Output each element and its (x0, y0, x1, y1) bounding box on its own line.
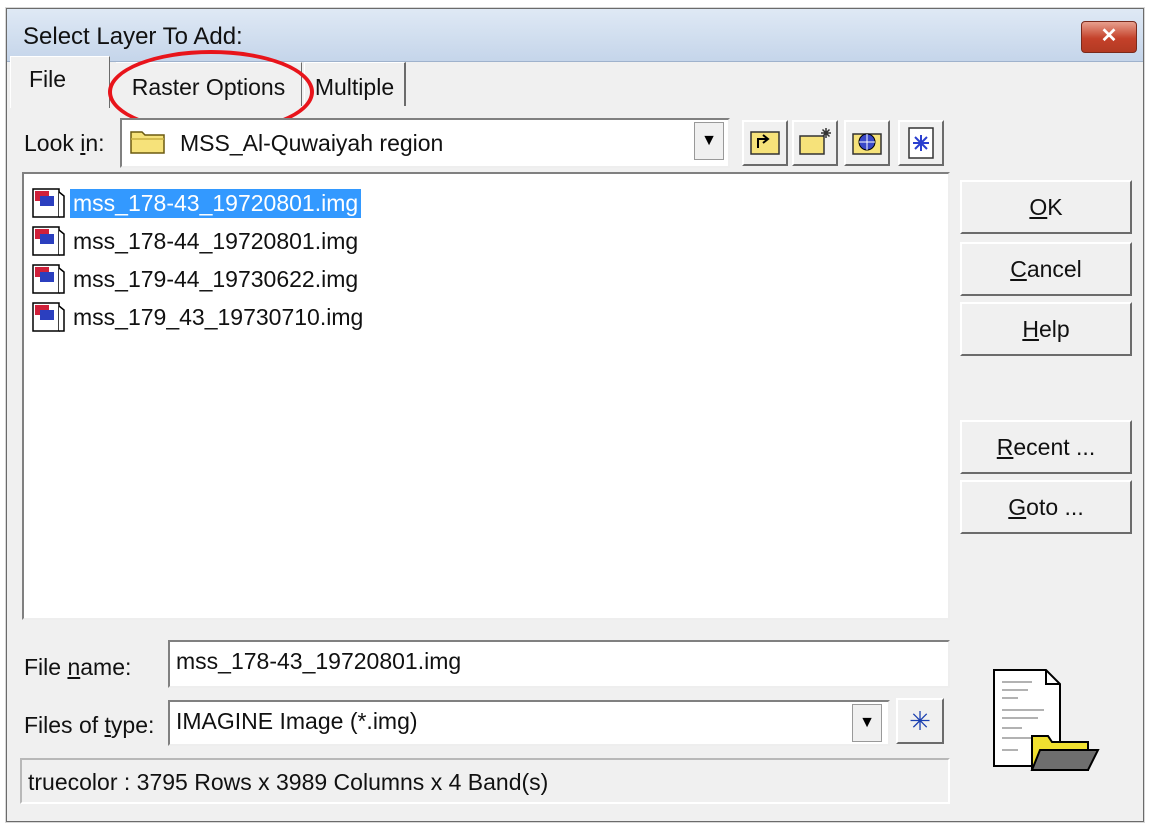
file-name-label: mss_179_43_19730710.img (73, 304, 364, 330)
ok-button[interactable]: OK (960, 180, 1132, 234)
file-name-field[interactable]: mss_178-43_19720801.img (168, 640, 950, 688)
up-folder-button[interactable] (742, 120, 788, 166)
ok-label-rest: K (1047, 194, 1063, 220)
recent-button[interactable]: Recent ... (960, 420, 1132, 474)
chevron-down-icon: ▼ (701, 132, 717, 149)
image-file-icon (32, 226, 65, 256)
look-in-value: MSS_Al-Quwaiyah region (180, 130, 444, 156)
image-file-icon (32, 188, 65, 218)
file-name-label: mss_178-43_19720801.img (70, 189, 362, 218)
recent-label-rest: ecent ... (1013, 434, 1096, 460)
ok-mnemonic: O (1029, 194, 1048, 220)
star-icon: ✳ (909, 706, 931, 736)
new-folder-icon (799, 128, 831, 155)
file-type-dropdown-button[interactable]: ▼ (852, 704, 882, 742)
cancel-mnemonic: C (1010, 256, 1027, 282)
goto-mnemonic: G (1008, 494, 1027, 520)
new-folder-button[interactable] (792, 120, 838, 166)
star-button[interactable] (898, 120, 944, 166)
folder-icon (130, 131, 165, 154)
cancel-label-rest: ancel (1026, 256, 1082, 282)
help-mnemonic: H (1022, 316, 1039, 342)
image-file-icon (32, 302, 65, 332)
tab-file[interactable]: File (10, 56, 110, 108)
status-bar: truecolor : 3795 Rows x 3989 Columns x 4… (20, 758, 950, 804)
recent-mnemonic: R (996, 434, 1014, 460)
open-document-icon (993, 669, 1100, 771)
file-name-label: File name: (24, 654, 132, 680)
file-type-select[interactable]: IMAGINE Image (*.img) ▼ (168, 700, 890, 746)
file-name-label: mss_179-44_19730622.img (73, 266, 359, 292)
star-icon (908, 127, 934, 159)
help-button[interactable]: Help (960, 302, 1132, 356)
help-label-rest: elp (1038, 316, 1070, 342)
dialog-title: Select Layer To Add: (23, 23, 243, 50)
goto-button[interactable]: Goto ... (960, 480, 1132, 534)
chevron-down-icon: ▼ (859, 714, 875, 731)
sphere-button[interactable] (844, 120, 890, 166)
look-in-label: Look in: (24, 130, 105, 156)
image-file-icon (32, 264, 65, 294)
up-folder-icon (750, 131, 780, 155)
file-name-label: mss_178-44_19720801.img (73, 228, 359, 254)
file-type-label: Files of type: (24, 712, 155, 738)
file-type-filter-button[interactable]: ✳ (896, 698, 944, 744)
look-in-combobox[interactable]: MSS_Al-Quwaiyah region ▼ (120, 118, 730, 168)
sphere-icon (852, 133, 882, 155)
file-type-value: IMAGINE Image (*.img) (176, 708, 418, 734)
file-list[interactable]: mss_178-43_19720801.img mss_178-44_19720… (22, 172, 950, 620)
goto-label-rest: oto ... (1026, 494, 1084, 520)
close-button[interactable]: ✕ (1081, 21, 1137, 53)
cancel-button[interactable]: Cancel (960, 242, 1132, 296)
tab-multiple[interactable]: Multiple (304, 62, 406, 106)
look-in-dropdown-button[interactable]: ▼ (694, 122, 724, 160)
